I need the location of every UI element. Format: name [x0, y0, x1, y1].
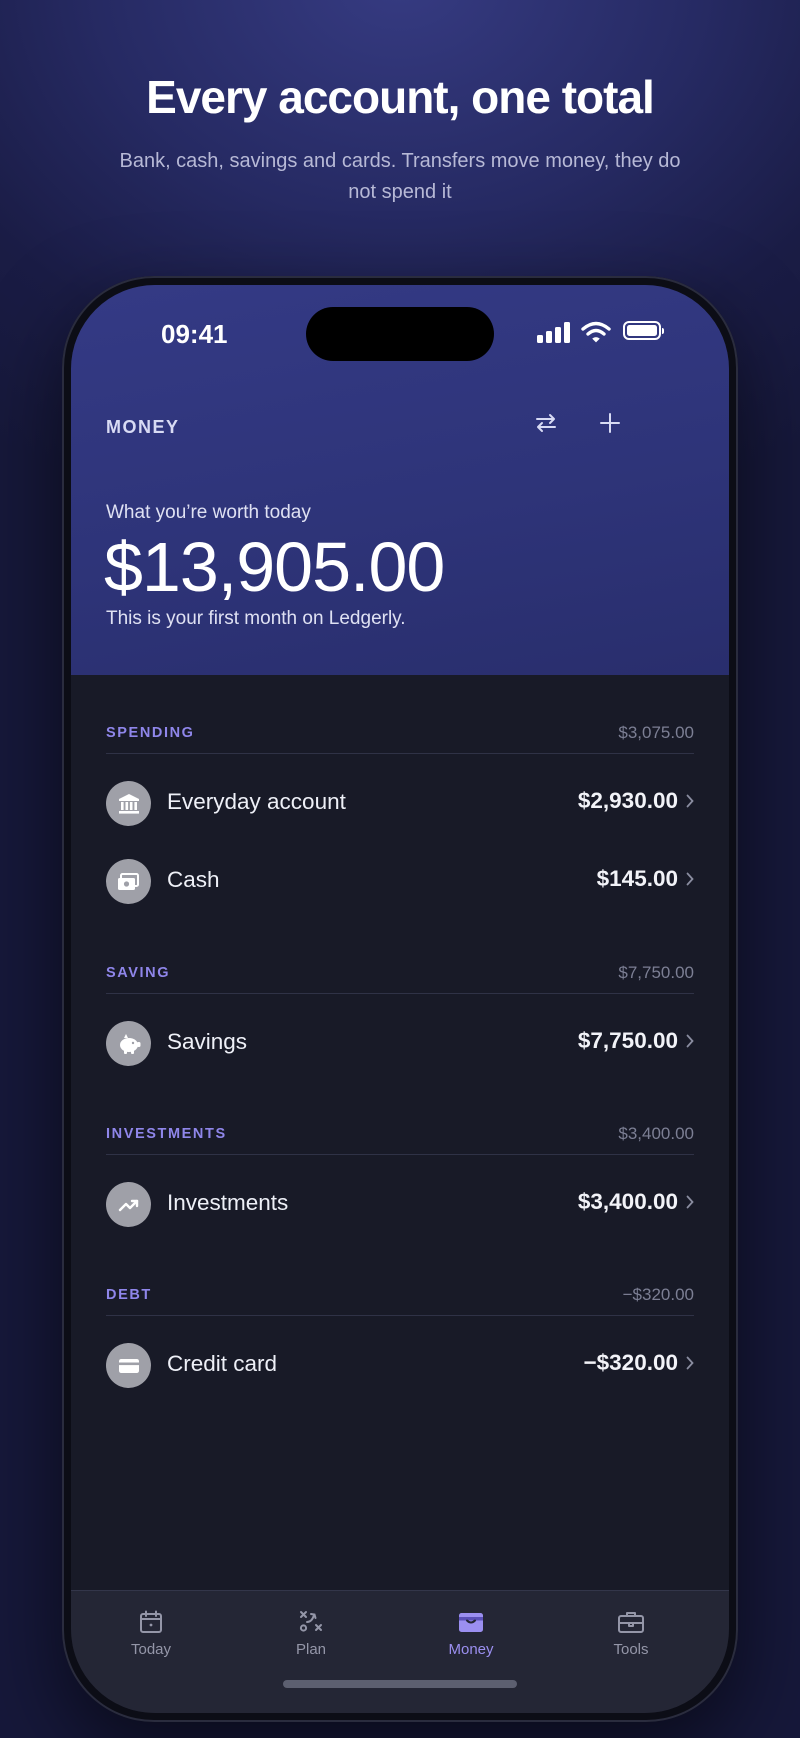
group-header: SAVING $7,750.00 — [106, 955, 694, 994]
wifi-icon — [581, 321, 611, 343]
add-icon — [600, 413, 620, 433]
account-name: Everyday account — [167, 789, 346, 814]
group-total: −$320.00 — [622, 1285, 694, 1304]
account-amount: $7,750.00 — [577, 1028, 678, 1053]
group-label: SPENDING — [106, 725, 195, 741]
home-indicator — [283, 1680, 517, 1688]
chevron-right-icon — [686, 1356, 694, 1370]
group-total: $3,075.00 — [618, 723, 694, 742]
account-row-investments[interactable]: Investments $3,400.00 — [106, 1165, 694, 1243]
group-investments: INVESTMENTS $3,400.00 Investments $3,400… — [106, 1116, 694, 1243]
trending-up-icon — [106, 1182, 151, 1227]
group-label: INVESTMENTS — [106, 1126, 227, 1142]
account-amount: $3,400.00 — [577, 1189, 678, 1214]
net-worth-label: What you’re worth today — [106, 502, 311, 523]
account-name: Investments — [167, 1190, 289, 1215]
group-header: SPENDING $3,075.00 — [106, 715, 694, 754]
group-spending: SPENDING $3,075.00 Everyday account $2,9… — [106, 715, 694, 920]
promo-subtitle: Bank, cash, savings and cards. Transfers… — [119, 150, 681, 203]
group-label: DEBT — [106, 1287, 152, 1303]
account-row-everyday[interactable]: Everyday account $2,930.00 — [106, 764, 694, 842]
account-name: Credit card — [167, 1351, 278, 1376]
tab-today[interactable]: Today — [91, 1609, 211, 1658]
group-total: $3,400.00 — [618, 1124, 694, 1143]
group-saving: SAVING $7,750.00 Savings $7,750.00 — [106, 955, 694, 1082]
account-row-savings[interactable]: Savings $7,750.00 — [106, 1004, 694, 1082]
calendar-icon — [140, 1610, 162, 1633]
net-worth-note: This is your first month on Ledgerly. — [106, 608, 406, 629]
tab-tools[interactable]: Tools — [571, 1609, 691, 1658]
phone-frame: 09:41 MONEY What you’re worth today $13,… — [62, 276, 738, 1722]
account-amount: $145.00 — [596, 866, 678, 891]
group-header: DEBT −$320.00 — [106, 1277, 694, 1316]
phone-screen: 09:41 MONEY What you’re worth today $13,… — [71, 285, 729, 1713]
chevron-right-icon — [686, 1195, 694, 1209]
wallet-icon — [459, 1613, 483, 1632]
account-amount: $2,930.00 — [577, 788, 678, 813]
account-name: Savings — [167, 1029, 248, 1054]
chevron-right-icon — [686, 794, 694, 808]
add-account-button[interactable] — [586, 399, 634, 447]
group-label: SAVING — [106, 965, 171, 981]
group-header: INVESTMENTS $3,400.00 — [106, 1116, 694, 1155]
group-total: $7,750.00 — [618, 963, 694, 982]
tab-bar: Today Plan Money Tools — [71, 1590, 729, 1713]
group-debt: DEBT −$320.00 Credit card −$320.00 — [106, 1277, 694, 1404]
bank-icon — [106, 781, 151, 826]
signal-icon — [537, 321, 571, 343]
net-worth-amount: $13,905.00 — [104, 528, 445, 606]
battery-icon — [623, 321, 664, 340]
summary-header: 09:41 MONEY What you’re worth today $13,… — [71, 285, 729, 675]
tab-label: Tools — [613, 1641, 649, 1658]
transfer-button[interactable] — [522, 399, 570, 447]
status-time: 09:41 — [161, 319, 228, 349]
piggy-bank-icon — [106, 1021, 151, 1066]
tab-label: Plan — [295, 1641, 327, 1658]
strategy-icon — [299, 1611, 322, 1632]
account-row-cash[interactable]: Cash $145.00 — [106, 842, 694, 920]
tab-money[interactable]: Money — [411, 1609, 531, 1658]
account-amount: −$320.00 — [583, 1350, 678, 1375]
toolbox-icon — [618, 1612, 644, 1633]
chevron-right-icon — [686, 1034, 694, 1048]
section-title: MONEY — [106, 417, 180, 437]
account-name: Cash — [167, 867, 220, 892]
cash-icon — [106, 859, 151, 904]
chevron-right-icon — [686, 872, 694, 886]
tab-plan[interactable]: Plan — [251, 1609, 371, 1658]
account-row-credit-card[interactable]: Credit card −$320.00 — [106, 1326, 694, 1404]
transfer-icon — [536, 414, 556, 432]
tab-label: Money — [448, 1641, 494, 1658]
dynamic-island — [306, 307, 494, 361]
promo-title: Every account, one total — [146, 71, 655, 123]
credit-card-icon — [106, 1343, 151, 1388]
tab-label: Today — [130, 1641, 172, 1658]
